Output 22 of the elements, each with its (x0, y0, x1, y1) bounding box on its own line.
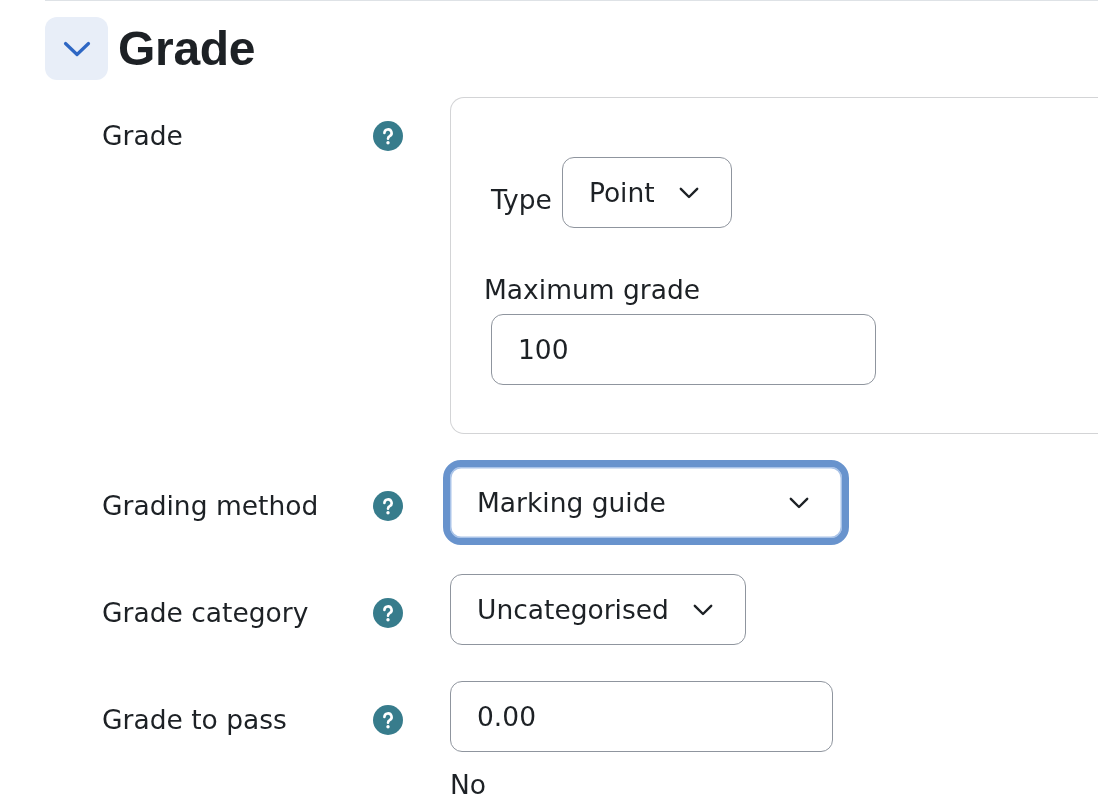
select-dropdown[interactable]: Uncategorised (450, 574, 746, 645)
chevron-down-icon (789, 496, 809, 509)
chevron-down-icon (678, 186, 699, 199)
select-dropdown[interactable]: Marking guide (443, 460, 849, 545)
help-icon[interactable] (373, 490, 403, 521)
static-text: No (450, 769, 487, 800)
field-label: Grade category (102, 596, 309, 629)
field-label: Grade to pass (102, 703, 287, 736)
field-label: Grading method (102, 489, 319, 522)
chevron-down-icon (62, 40, 91, 57)
help-icon[interactable] (373, 597, 403, 628)
chevron-down-icon (692, 603, 713, 616)
field-label: Maximum grade (484, 274, 701, 306)
collapse-button[interactable] (45, 17, 108, 80)
section-heading: Grade (118, 20, 256, 77)
field-label: Type (491, 182, 552, 216)
select-dropdown[interactable]: Point (561, 157, 732, 228)
help-icon[interactable] (373, 704, 403, 735)
help-icon[interactable] (373, 120, 403, 151)
text-input[interactable]: 100 (491, 314, 876, 385)
field-label: Grade (102, 119, 183, 152)
text-input[interactable]: 0.00 (450, 681, 833, 752)
